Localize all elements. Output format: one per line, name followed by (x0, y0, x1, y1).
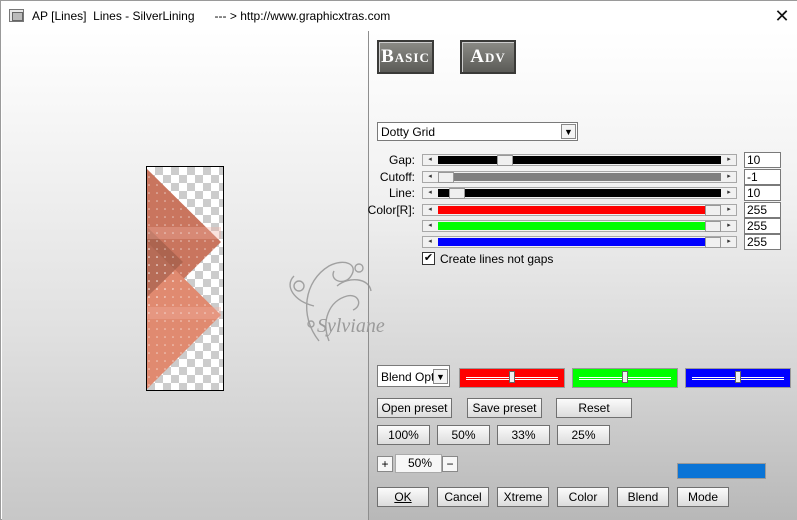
settings-pane (369, 31, 797, 520)
title-bar: AP [Lines] Lines - SilverLining --- > ht… (1, 1, 797, 31)
scroll-left-icon[interactable]: ◂ (423, 205, 437, 215)
close-icon[interactable]: ✕ (768, 3, 796, 29)
slider-control[interactable]: ◂ ▸ (422, 236, 737, 248)
scroll-right-icon[interactable]: ▸ (722, 155, 736, 165)
scroll-right-icon[interactable]: ▸ (722, 172, 736, 182)
zoom-33-button[interactable]: 33% (497, 425, 550, 445)
slider-track[interactable] (438, 237, 721, 248)
chevron-down-icon[interactable]: ▼ (561, 124, 576, 139)
slider-control[interactable]: ◂ ▸ (422, 204, 737, 216)
slider-value-field[interactable]: 255 (744, 218, 781, 234)
reset-button[interactable]: Reset (556, 398, 632, 418)
slider-control[interactable]: ◂ ▸ (422, 154, 737, 166)
scroll-right-icon[interactable]: ▸ (722, 188, 736, 198)
channel-slider-thumb[interactable] (509, 371, 515, 383)
tab-adv[interactable]: Adv (460, 40, 516, 74)
scroll-right-icon[interactable]: ▸ (722, 221, 736, 231)
blend-button[interactable]: Blend (617, 487, 669, 507)
slider-value-field[interactable]: -1 (744, 169, 781, 185)
preview-artwork (147, 169, 221, 389)
scroll-right-icon[interactable]: ▸ (722, 205, 736, 215)
ok-label: OK (394, 490, 412, 504)
xtreme-button[interactable]: Xtreme (497, 487, 549, 507)
ok-button[interactable]: OK (377, 487, 429, 507)
channel-slider-thumb[interactable] (735, 371, 741, 383)
effect-dropdown[interactable]: Dotty Grid ▼ (377, 122, 578, 141)
slider-thumb[interactable] (497, 155, 513, 166)
color-button[interactable]: Color (557, 487, 609, 507)
scroll-left-icon[interactable]: ◂ (423, 188, 437, 198)
plugin-window: AP [Lines] Lines - SilverLining --- > ht… (0, 0, 797, 520)
channel-slider-thumb[interactable] (622, 371, 628, 383)
slider-label: Cutoff: (379, 170, 415, 184)
slider-value-field[interactable]: 255 (744, 202, 781, 218)
channel-blend-slider[interactable] (572, 368, 678, 388)
slider-thumb[interactable] (438, 172, 454, 183)
channel-blend-slider[interactable] (459, 368, 565, 388)
slider-label: Line: (388, 186, 415, 200)
slider-track[interactable] (438, 221, 721, 232)
scroll-left-icon[interactable]: ◂ (423, 237, 437, 247)
slider-track[interactable] (438, 172, 721, 183)
zoom-100-button[interactable]: 100% (377, 425, 430, 445)
slider-control[interactable]: ◂ ▸ (422, 171, 737, 183)
color-preview-swatch[interactable] (677, 463, 766, 479)
scroll-left-icon[interactable]: ◂ (423, 172, 437, 182)
scroll-right-icon[interactable]: ▸ (722, 237, 736, 247)
slider-label: Gap: (388, 153, 415, 167)
app-icon (9, 9, 24, 22)
cancel-button[interactable]: Cancel (437, 487, 489, 507)
create-lines-label[interactable]: Create lines not gaps (440, 252, 553, 266)
preview-image[interactable] (146, 166, 224, 391)
slider-thumb[interactable] (705, 237, 721, 248)
zoom-50-button[interactable]: 50% (437, 425, 490, 445)
effect-dropdown-value: Dotty Grid (381, 125, 436, 139)
slider-value-field[interactable]: 10 (744, 185, 781, 201)
slider-track[interactable] (438, 188, 721, 199)
slider-thumb[interactable] (449, 188, 465, 199)
slider-value-field[interactable]: 10 (744, 152, 781, 168)
chevron-down-icon[interactable]: ▼ (433, 369, 448, 384)
zoom-out-button[interactable]: − (442, 456, 458, 472)
slider-control[interactable]: ◂ ▸ (422, 220, 737, 232)
save-preset-button[interactable]: Save preset (467, 398, 542, 418)
slider-label: Color[R]: (367, 203, 415, 217)
zoom-in-button[interactable]: + (377, 456, 393, 472)
scroll-left-icon[interactable]: ◂ (423, 155, 437, 165)
slider-control[interactable]: ◂ ▸ (422, 187, 737, 199)
slider-thumb[interactable] (705, 221, 721, 232)
blend-options-value: Blend Optio (381, 370, 435, 384)
slider-thumb[interactable] (705, 205, 721, 216)
window-title: AP [Lines] Lines - SilverLining --- > ht… (32, 9, 391, 23)
zoom-25-button[interactable]: 25% (557, 425, 610, 445)
open-preset-button[interactable]: Open preset (377, 398, 452, 418)
slider-track[interactable] (438, 205, 721, 216)
zoom-value: 50% (395, 454, 442, 473)
tab-basic[interactable]: Basic (377, 40, 434, 74)
slider-track[interactable] (438, 155, 721, 166)
create-lines-checkbox[interactable]: ✔ (422, 252, 435, 265)
mode-button[interactable]: Mode (677, 487, 729, 507)
blend-options-dropdown[interactable]: Blend Optio ▼ (377, 365, 450, 387)
scroll-left-icon[interactable]: ◂ (423, 221, 437, 231)
channel-blend-slider[interactable] (685, 368, 791, 388)
slider-value-field[interactable]: 255 (744, 234, 781, 250)
